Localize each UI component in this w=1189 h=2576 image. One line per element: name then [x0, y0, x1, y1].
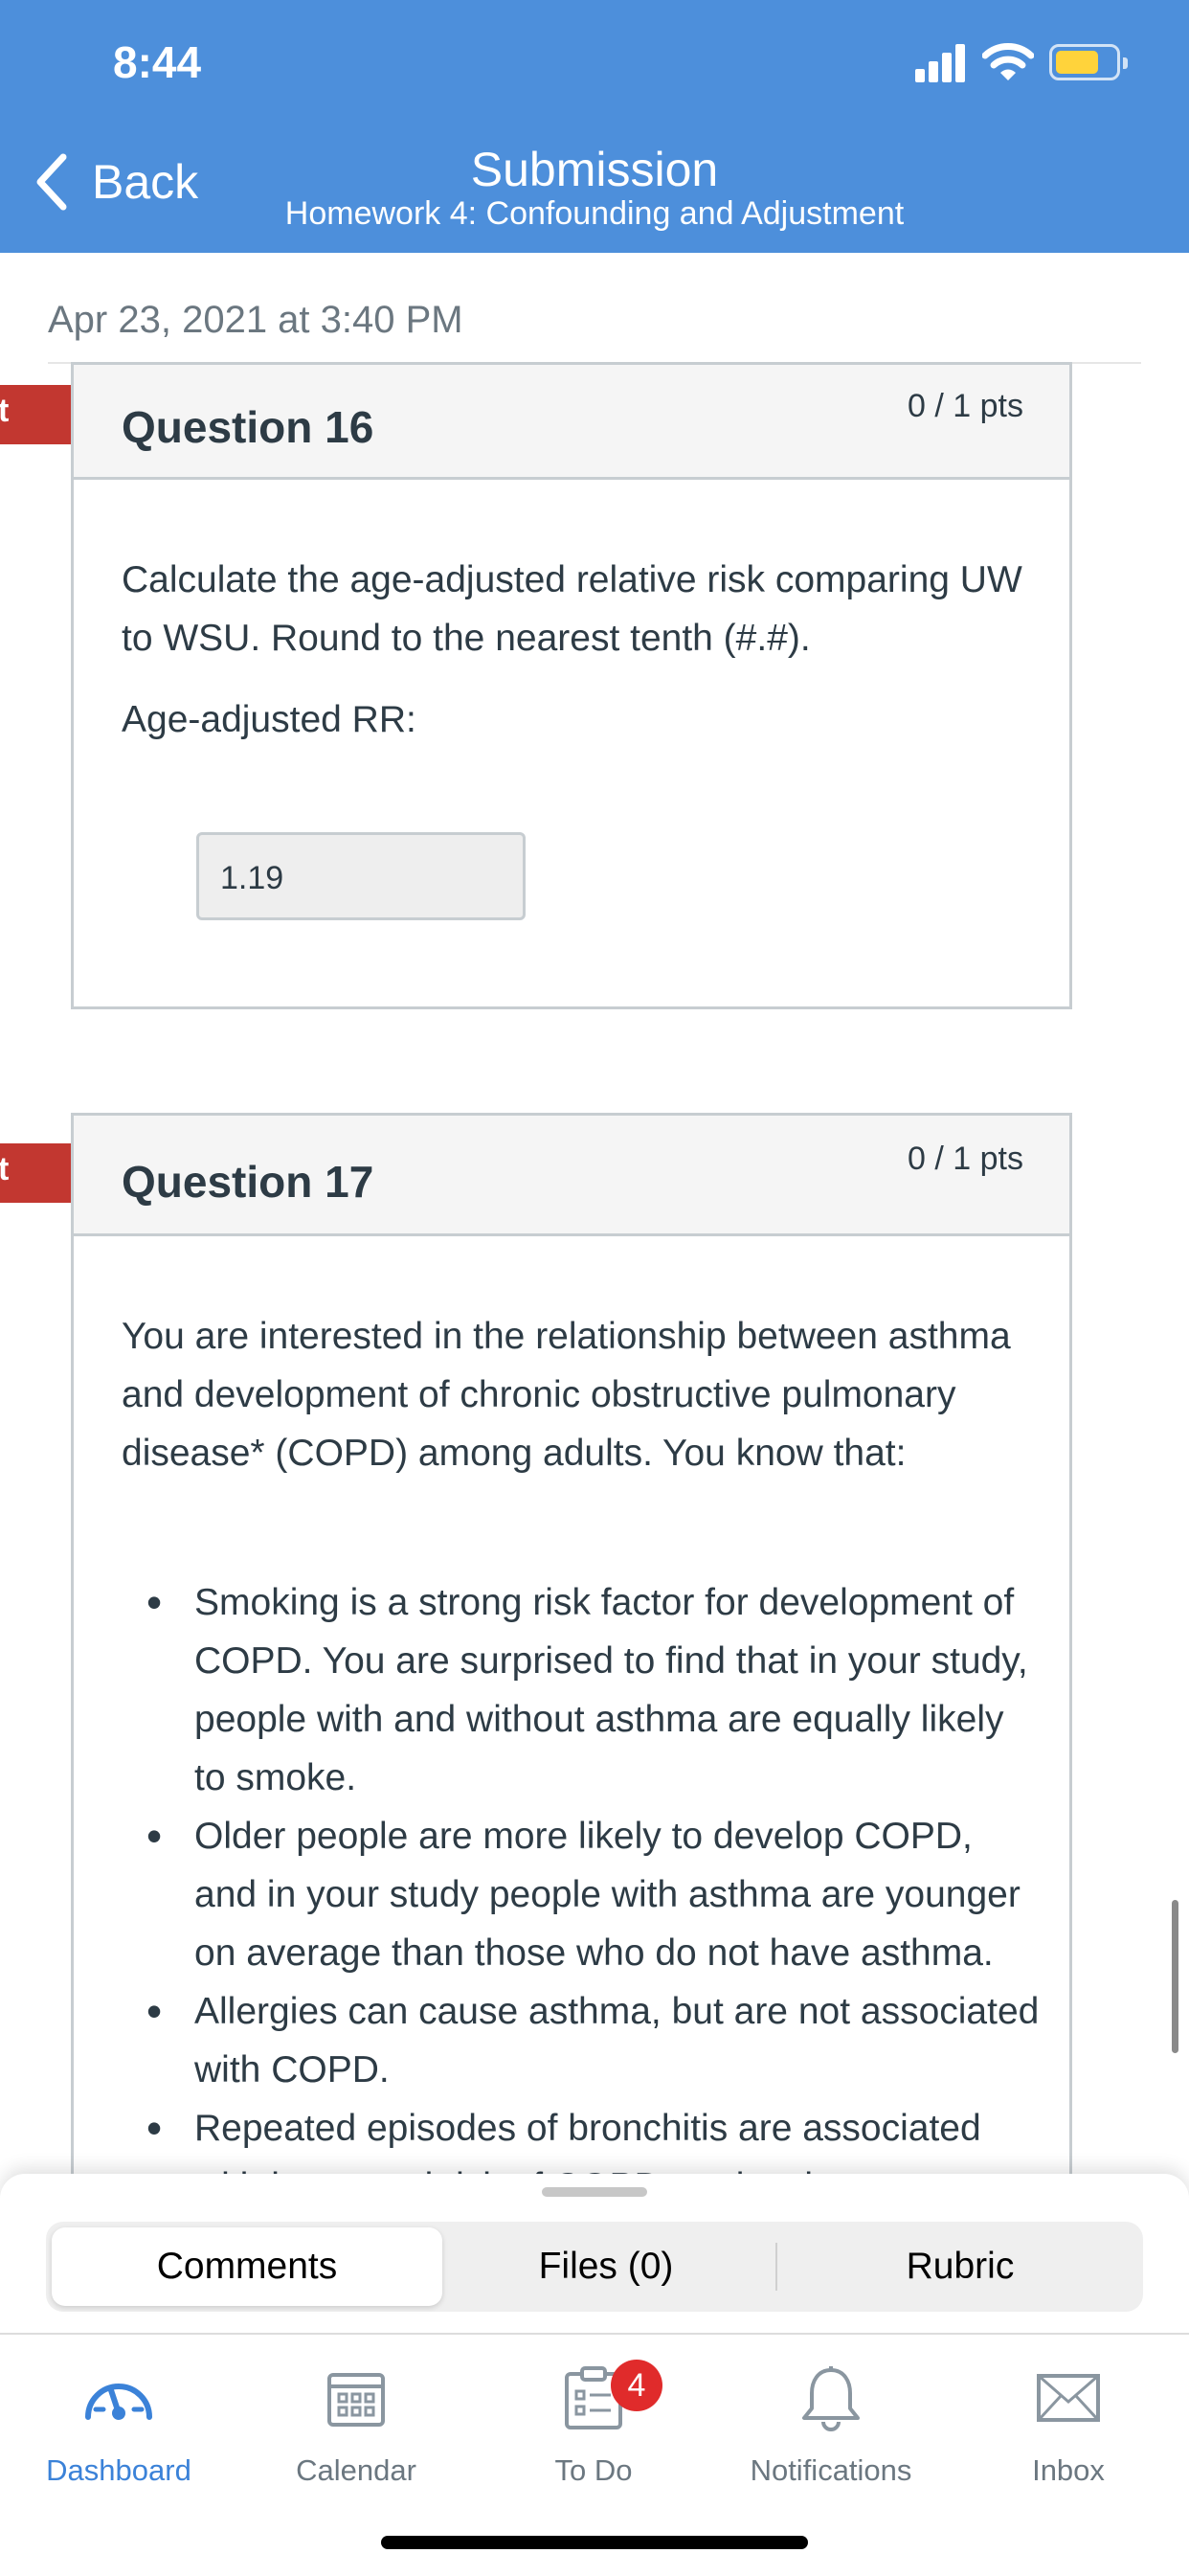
comments-tab[interactable]: Comments: [52, 2227, 442, 2306]
home-indicator[interactable]: [381, 2536, 808, 2549]
battery-icon: [1049, 44, 1128, 80]
tab-todo[interactable]: 4 To Do: [488, 2354, 699, 2488]
files-tab[interactable]: Files (0): [448, 2222, 764, 2312]
tab-label: Notifications: [750, 2453, 912, 2487]
segmented-control: Comments Files (0) Rubric: [46, 2222, 1143, 2312]
dashboard-icon: [85, 2384, 152, 2420]
sheet-grabber[interactable]: [542, 2187, 647, 2197]
question-header: Question 16 0 / 1 pts: [74, 365, 1069, 480]
submission-date: Apr 23, 2021 at 3:40 PM: [48, 299, 463, 341]
calendar-icon: [327, 2373, 385, 2427]
page-title: Submission: [470, 143, 719, 196]
question-header: Question 17 0 / 1 pts: [74, 1116, 1069, 1236]
question-title: Question 17: [122, 1157, 374, 1207]
list-item: Allergies can cause asthma, but are not …: [133, 1982, 1043, 2099]
question-prompt: Calculate the age-adjusted relative risk…: [122, 559, 1022, 659]
tab-calendar[interactable]: Calendar: [251, 2354, 461, 2488]
back-button[interactable]: Back: [33, 153, 198, 211]
todo-badge: 4: [611, 2360, 662, 2411]
bell-icon: [802, 2366, 860, 2431]
tab-label: Inbox: [1032, 2453, 1105, 2487]
question-title: Question 16: [122, 402, 374, 452]
bottom-sheet: Comments Files (0) Rubric: [0, 2174, 1189, 2337]
list-item: Smoking is a strong risk factor for deve…: [133, 1573, 1043, 1807]
wifi-icon: [982, 43, 1034, 80]
back-label: Back: [92, 155, 199, 209]
tab-label: To Do: [554, 2453, 633, 2487]
page-subtitle: Homework 4: Confounding and Adjustment: [284, 195, 905, 232]
question-points: 0 / 1 pts: [908, 388, 1023, 424]
tab-label: Dashboard: [46, 2453, 191, 2487]
rubric-tab[interactable]: Rubric: [783, 2222, 1137, 2312]
question-prompt: You are interested in the relationship b…: [122, 1316, 1011, 1474]
scrollbar[interactable]: [1172, 1900, 1178, 2053]
list-item: Older people are more likely to develop …: [133, 1807, 1043, 1982]
question-card: Question 17 0 / 1 pts You are interested…: [71, 1113, 1072, 2262]
tab-notifications[interactable]: Notifications: [726, 2354, 936, 2488]
tab-inbox[interactable]: Inbox: [963, 2354, 1174, 2488]
status-time: 8:44: [113, 37, 202, 87]
question-points: 0 / 1 pts: [908, 1141, 1023, 1177]
answer-field[interactable]: 1.19: [196, 832, 526, 920]
chevron-left-icon: [36, 153, 67, 211]
answer-label: Age-adjusted RR:: [122, 699, 416, 740]
cellular-signal-icon: [915, 42, 969, 82]
tab-label: Calendar: [296, 2453, 416, 2487]
bullet-list: Smoking is a strong risk factor for deve…: [133, 1573, 1043, 2216]
envelope-icon: [1037, 2374, 1100, 2422]
tab-dashboard[interactable]: Dashboard: [13, 2354, 224, 2488]
question-card: Question 16 0 / 1 pts Calculate the age-…: [71, 362, 1072, 1009]
divider: [775, 2243, 777, 2291]
navigation-header: 8:44 Back Submission Homework 4: Confoun…: [0, 0, 1189, 253]
